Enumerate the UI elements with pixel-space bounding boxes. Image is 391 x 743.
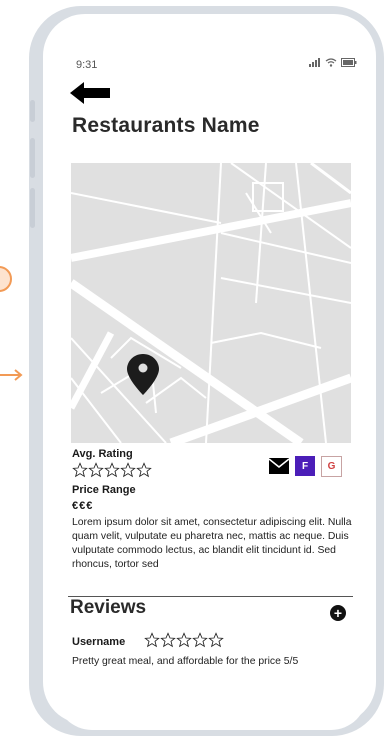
side-button xyxy=(30,188,35,228)
add-review-button[interactable]: + xyxy=(330,605,346,621)
review-stars xyxy=(144,632,224,648)
review-text: Pretty great meal, and affordable for th… xyxy=(72,656,299,667)
map-view[interactable] xyxy=(67,161,353,448)
star-outline-icon xyxy=(104,462,120,478)
star-outline-icon xyxy=(192,632,208,648)
rating-label: Avg. Rating xyxy=(72,448,133,460)
review-username: Username xyxy=(72,636,126,648)
page-title: Restaurants Name xyxy=(72,114,260,137)
signal-icon xyxy=(309,58,320,67)
star-outline-icon xyxy=(72,462,88,478)
star-outline-icon xyxy=(176,632,192,648)
google-button[interactable]: G xyxy=(321,456,342,477)
star-outline-icon xyxy=(120,462,136,478)
price-value: €€€ xyxy=(72,500,94,512)
annotation-circle xyxy=(0,266,12,292)
back-arrow-icon[interactable] xyxy=(70,82,110,104)
status-icons xyxy=(309,58,357,67)
star-outline-icon xyxy=(208,632,224,648)
star-outline-icon xyxy=(136,462,152,478)
side-button xyxy=(30,138,35,178)
rating-stars xyxy=(72,462,152,478)
battery-icon xyxy=(341,58,357,67)
mail-icon[interactable] xyxy=(269,458,289,474)
price-label: Price Range xyxy=(72,484,136,496)
facebook-button[interactable]: F xyxy=(295,456,315,476)
app-screen: 9:31 Restaurants Name Avg. Rating Price … xyxy=(56,44,367,730)
reviews-heading: Reviews xyxy=(70,597,147,618)
restaurant-description: Lorem ipsum dolor sit amet, consectetur … xyxy=(72,517,352,570)
annotation-arrow-icon xyxy=(0,369,23,381)
side-button xyxy=(30,100,35,122)
speaker-grille xyxy=(187,30,245,37)
map-graphic xyxy=(67,161,353,448)
wifi-icon xyxy=(325,58,337,67)
status-time: 9:31 xyxy=(76,59,98,71)
star-outline-icon xyxy=(160,632,176,648)
star-outline-icon xyxy=(88,462,104,478)
front-camera xyxy=(253,29,262,38)
star-outline-icon xyxy=(144,632,160,648)
